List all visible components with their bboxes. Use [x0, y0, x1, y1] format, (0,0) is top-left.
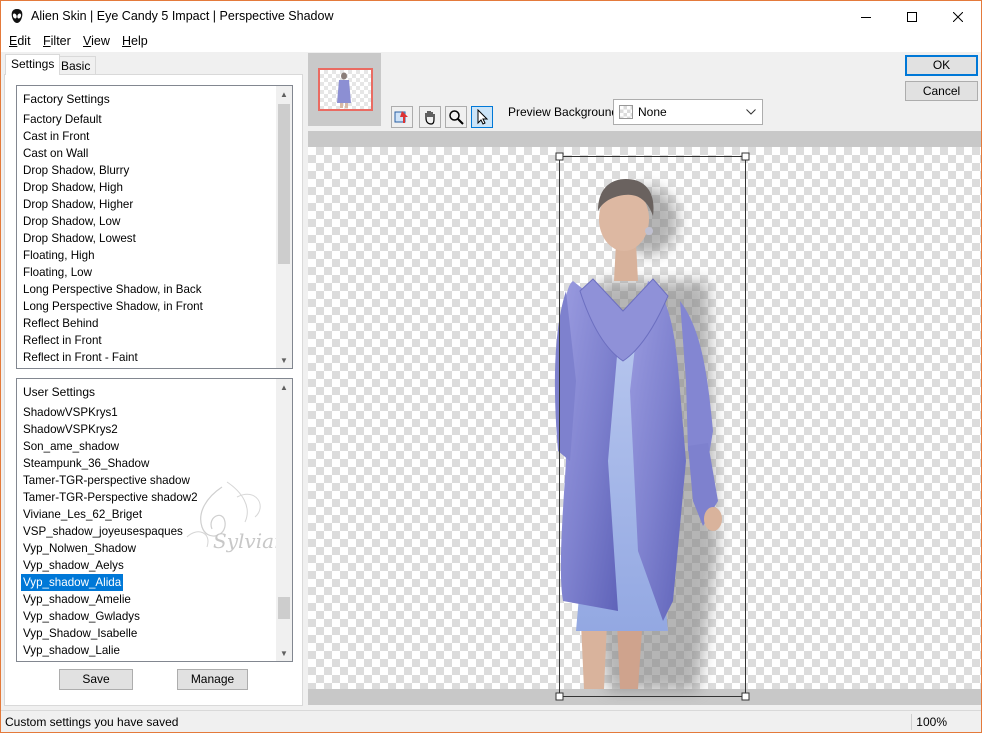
user-scrollbar[interactable]: ▲ ▼: [276, 379, 292, 661]
preview-background-value: None: [638, 105, 667, 119]
list-item[interactable]: Vyp_Nolwen_Shadow: [23, 540, 136, 557]
menu-view-rest: iew: [91, 34, 110, 48]
zoom-icon: [449, 110, 464, 125]
scroll-down-icon[interactable]: ▼: [276, 352, 292, 368]
list-item[interactable]: Cast on Wall: [23, 145, 88, 162]
scroll-up-icon[interactable]: ▲: [276, 86, 292, 102]
preview-area[interactable]: [308, 131, 981, 705]
list-item[interactable]: Vyp_shadow_Amelie: [23, 591, 131, 608]
list-item[interactable]: Vyp_Shadow_Isabelle: [23, 625, 137, 642]
status-bar: Custom settings you have saved 100%: [1, 710, 981, 732]
list-item[interactable]: Tamer-TGR-perspective shadow: [23, 472, 190, 489]
list-item[interactable]: Vyp_shadow_Aelys: [23, 557, 124, 574]
menu-view[interactable]: View: [83, 34, 110, 48]
user-settings-list[interactable]: User Settings ShadowVSPKrys1 ShadowVSPKry…: [16, 378, 293, 662]
menu-edit[interactable]: Edit: [9, 34, 31, 48]
scroll-up-icon[interactable]: ▲: [276, 379, 292, 395]
menu-view-hotkey: V: [83, 34, 92, 48]
list-item[interactable]: Long Perspective Shadow, in Front: [23, 298, 203, 315]
background-swatch-icon: [619, 105, 633, 119]
list-item[interactable]: Floating, Low: [23, 264, 92, 281]
preview-background-select[interactable]: None: [613, 99, 763, 125]
list-item[interactable]: Son_ame_shadow: [23, 438, 119, 455]
zoom-tool-button[interactable]: [445, 106, 467, 128]
hand-icon: [425, 111, 435, 125]
app-window: Alien Skin | Eye Candy 5 Impact | Perspe…: [0, 0, 982, 733]
list-item[interactable]: Drop Shadow, Lowest: [23, 230, 136, 247]
menu-help-hotkey: H: [122, 34, 132, 48]
list-item[interactable]: Drop Shadow, Higher: [23, 196, 133, 213]
status-text: Custom settings you have saved: [5, 715, 179, 729]
list-item[interactable]: ShadowVSPKrys1: [23, 404, 118, 421]
navigator-panel: [308, 53, 381, 126]
list-item[interactable]: Steampunk_36_Shadow: [23, 455, 149, 472]
pointer-tool-button[interactable]: [471, 106, 493, 128]
navigator-thumbnail[interactable]: [318, 68, 373, 111]
cancel-button[interactable]: Cancel: [905, 81, 978, 101]
tab-basic[interactable]: Basic: [55, 56, 97, 74]
menu-filter[interactable]: Filter: [43, 34, 71, 48]
settings-panel: Factory Settings Factory Default Cast in …: [4, 74, 303, 706]
alien-skin-logo-icon: [11, 9, 23, 23]
list-item[interactable]: Long Perspective Shadow, in Back: [23, 281, 202, 298]
close-button[interactable]: [935, 1, 981, 32]
list-item[interactable]: Factory Default: [23, 111, 102, 128]
navigate-icon: [394, 111, 408, 123]
factory-scrollbar[interactable]: ▲ ▼: [276, 86, 292, 368]
scroll-down-icon[interactable]: ▼: [276, 645, 292, 661]
factory-settings-list[interactable]: Factory Settings Factory Default Cast in …: [16, 85, 293, 369]
minimize-button[interactable]: [843, 1, 889, 32]
list-item[interactable]: Drop Shadow, Low: [23, 213, 120, 230]
save-button[interactable]: Save: [59, 669, 133, 690]
list-item[interactable]: ShadowVSPKrys2: [23, 421, 118, 438]
manage-button[interactable]: Manage: [177, 669, 248, 690]
preview-canvas: [554, 152, 750, 701]
tab-settings[interactable]: Settings: [5, 54, 61, 75]
navigate-tool-button[interactable]: [391, 106, 413, 128]
resize-handle[interactable]: [555, 692, 564, 701]
list-item[interactable]: VSP_shadow_joyeusespaques: [23, 523, 183, 540]
menu-filter-rest: ilter: [50, 34, 71, 48]
list-item[interactable]: Reflect Behind: [23, 315, 98, 332]
chevron-down-icon: [746, 109, 756, 115]
list-item[interactable]: Vyp_shadow_Alida: [21, 574, 124, 591]
list-item[interactable]: Vyp_shadow_Gwladys: [23, 608, 140, 625]
ok-button[interactable]: OK: [905, 55, 978, 76]
menu-edit-rest: dit: [17, 34, 31, 48]
factory-settings-header: Factory Settings: [23, 92, 110, 106]
navigator-figure: [337, 72, 351, 108]
list-item[interactable]: Vyp_shadow_Lalie: [23, 642, 120, 659]
resize-handle[interactable]: [741, 692, 750, 701]
menu-filter-hotkey: F: [43, 34, 51, 48]
menu-help[interactable]: Help: [122, 34, 148, 48]
scroll-thumb[interactable]: [278, 104, 290, 264]
scroll-thumb[interactable]: [278, 597, 290, 619]
list-item[interactable]: Drop Shadow, High: [23, 179, 123, 196]
resize-handle[interactable]: [741, 152, 750, 161]
close-icon: [953, 11, 963, 22]
menu-help-rest: elp: [131, 34, 148, 48]
list-item[interactable]: Floating, High: [23, 247, 95, 264]
watermark-flourish: [186, 481, 261, 548]
title-bar: Alien Skin | Eye Candy 5 Impact | Perspe…: [1, 1, 981, 32]
user-settings-header: User Settings: [23, 385, 96, 399]
resize-handle[interactable]: [555, 152, 564, 161]
list-item[interactable]: Viviane_Les_62_Briget: [23, 506, 142, 523]
hand-tool-button[interactable]: [419, 106, 441, 128]
maximize-button[interactable]: [889, 1, 935, 32]
list-item[interactable]: Reflect in Front: [23, 332, 102, 349]
window-title: Alien Skin | Eye Candy 5 Impact | Perspe…: [31, 9, 334, 23]
maximize-icon: [907, 11, 917, 22]
preview-background-label: Preview Background:: [508, 105, 622, 119]
status-separator: [911, 714, 912, 730]
list-item[interactable]: Cast in Front: [23, 128, 89, 145]
list-item[interactable]: Reflect in Front - Faint: [23, 349, 138, 366]
list-item[interactable]: Drop Shadow, Blurry: [23, 162, 129, 179]
minimize-icon: [861, 16, 871, 18]
zoom-level: 100%: [916, 715, 947, 729]
pointer-icon: [477, 109, 489, 125]
menu-bar: Edit Filter View Help: [1, 32, 981, 52]
